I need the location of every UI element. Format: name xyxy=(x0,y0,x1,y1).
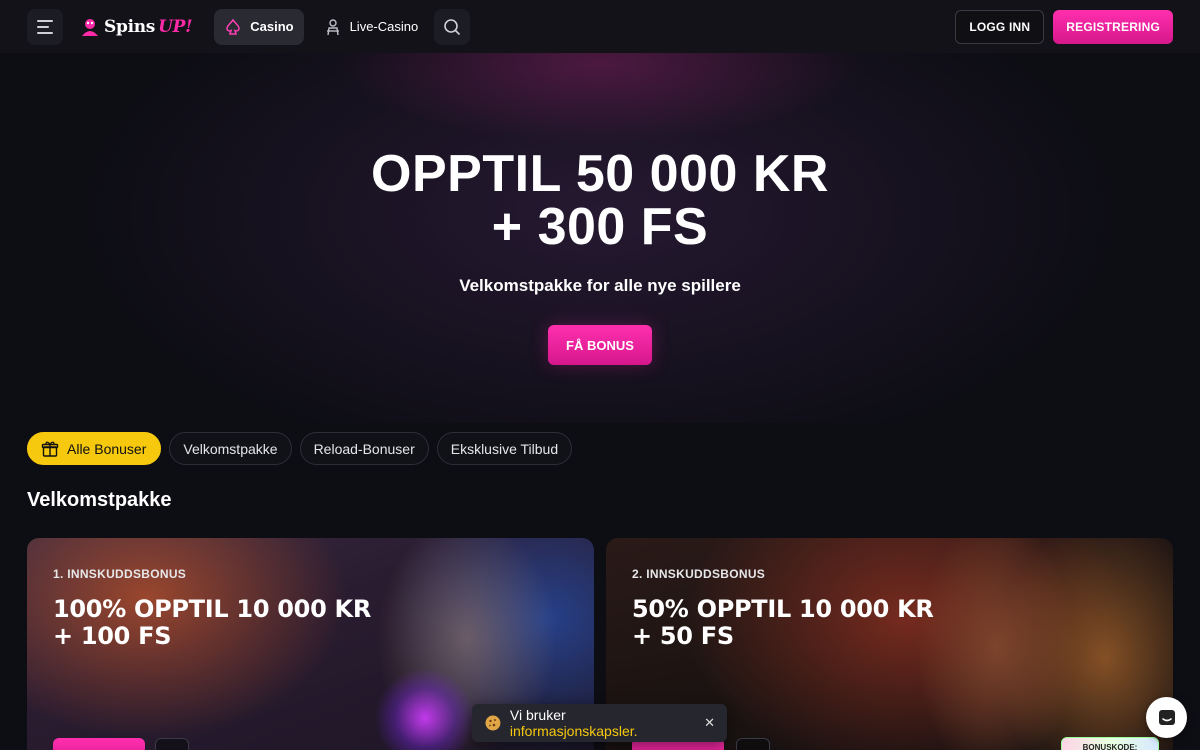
hero-title-line2: + 300 FS xyxy=(491,198,709,256)
bonus-code-badge[interactable]: BONUSKODE: xyxy=(1061,737,1159,750)
logo-mascot-icon xyxy=(82,18,98,36)
cookie-text-main: Vi bruker xyxy=(509,707,566,723)
dealer-icon xyxy=(326,18,339,35)
card-label: 2. INNSKUDDSBONUS xyxy=(632,567,766,581)
hero-title-line1: OPPTIL 50 000 KR xyxy=(371,145,829,203)
gift-icon xyxy=(41,441,59,457)
menu-icon[interactable] xyxy=(27,8,63,45)
card-label: 1. INNSKUDDSBONUS xyxy=(53,567,187,581)
hero-title: OPPTIL 50 000 KR + 300 FS xyxy=(0,148,1200,254)
bonus-filters: Alle Bonuser Velkomstpakke Reload-Bonuse… xyxy=(27,432,573,465)
card-title-line1: 50% OPPTIL 10 000 KR xyxy=(632,595,934,623)
card-title-line2: + 100 FS xyxy=(53,622,172,650)
card-title-line1: 100% OPPTIL 10 000 KR xyxy=(53,595,372,623)
close-icon[interactable]: ✕ xyxy=(704,715,715,731)
card-title: 100% OPPTIL 10 000 KR + 100 FS xyxy=(53,596,371,650)
logo-text: Spins xyxy=(104,16,156,37)
register-button[interactable]: REGISTRERING xyxy=(1053,9,1173,44)
nav-casino[interactable]: Casino xyxy=(214,8,304,45)
card-info-button[interactable] xyxy=(155,738,189,750)
cookie-text: Vi bruker informasjonskapsler. xyxy=(510,707,696,739)
get-bonus-button[interactable]: FÅ BONUS xyxy=(548,325,652,365)
top-header: Spins UP! Casino Live-Casino LOGG INN REG… xyxy=(0,0,1200,53)
header-actions: LOGG INN REGISTRERING xyxy=(955,9,1173,44)
nav-live-casino-label: Live-Casino xyxy=(349,19,419,34)
spade-icon xyxy=(226,18,240,35)
cookie-notice: Vi bruker informasjonskapsler. ✕ xyxy=(472,704,727,742)
filter-all-bonuses-label: Alle Bonuser xyxy=(67,440,147,457)
card-info-button[interactable] xyxy=(736,738,770,750)
chat-button[interactable] xyxy=(1146,697,1187,738)
chat-icon xyxy=(1158,709,1175,725)
filter-reload-bonuses[interactable]: Reload-Bonuser xyxy=(299,432,429,465)
card-title-line2: + 50 FS xyxy=(632,622,734,650)
filter-all-bonuses[interactable]: Alle Bonuser xyxy=(27,432,162,465)
filter-welcome-package[interactable]: Velkomstpakke xyxy=(169,432,292,465)
nav-casino-label: Casino xyxy=(250,19,294,34)
logo-accent: UP! xyxy=(158,16,193,37)
logo[interactable]: Spins UP! xyxy=(79,16,193,38)
login-button[interactable]: LOGG INN xyxy=(955,9,1045,44)
hero-subtitle: Velkomstpakke for alle nye spillere xyxy=(459,276,741,295)
card-claim-button[interactable] xyxy=(53,738,145,750)
search-button[interactable] xyxy=(434,8,471,45)
card-title: 50% OPPTIL 10 000 KR + 50 FS xyxy=(632,596,934,650)
section-title: Velkomstpakke xyxy=(27,489,172,511)
cookie-link[interactable]: informasjonskapsler. xyxy=(510,723,638,739)
hero-banner: OPPTIL 50 000 KR + 300 FS Velkomstpakke … xyxy=(0,53,1200,423)
cookie-icon xyxy=(485,715,501,731)
nav-live-casino[interactable]: Live-Casino xyxy=(314,9,429,45)
search-icon xyxy=(444,18,461,35)
filter-exclusive-offers[interactable]: Eksklusive Tilbud xyxy=(436,432,573,465)
